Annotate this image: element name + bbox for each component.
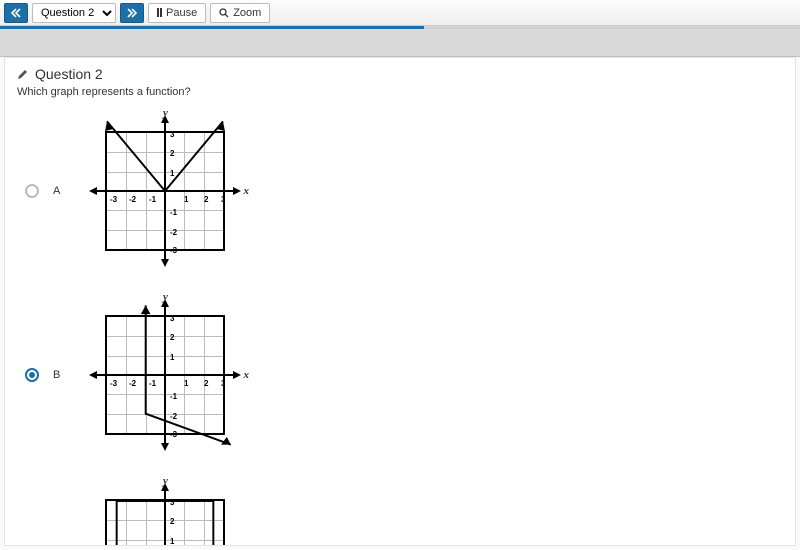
question-selector[interactable]: Question 2 — [32, 3, 116, 23]
zoom-button[interactable]: Zoom — [210, 3, 270, 23]
double-chevron-right-icon — [127, 8, 137, 18]
header-spacer — [0, 29, 800, 57]
double-chevron-left-icon — [11, 8, 21, 18]
graph-a-grid: y x -3 -2 -1 1 2 3 3 2 1 -1 -2 -3 — [105, 131, 225, 251]
next-button[interactable] — [120, 3, 144, 23]
graph-b-xlabel: x — [244, 369, 250, 381]
question-page: Question 2 Which graph represents a func… — [4, 57, 796, 546]
graph-a-ylabel: y — [163, 107, 168, 119]
pause-button[interactable]: Pause — [148, 3, 206, 23]
option-a-label: A — [53, 185, 65, 197]
graph-c-ylabel: y — [163, 475, 168, 487]
graph-a-xlabel: x — [244, 185, 250, 197]
option-b-label: B — [53, 369, 65, 381]
radio-b[interactable] — [25, 368, 39, 382]
pause-label: Pause — [166, 7, 197, 19]
question-number: Question 2 — [35, 66, 103, 82]
pencil-icon — [17, 68, 29, 80]
prev-button[interactable] — [4, 3, 28, 23]
graph-b-ylabel: y — [163, 291, 168, 303]
graph-b-grid: y x -3 -2 -1 1 2 3 3 2 1 -1 -2 -3 — [105, 315, 225, 435]
graph-c-grid: y x -3 -2 -1 1 2 3 3 2 1 -1 -2 -3 — [105, 499, 225, 546]
graph-b: y x -3 -2 -1 1 2 3 3 2 1 -1 -2 -3 — [79, 300, 249, 450]
graph-c: y x -3 -2 -1 1 2 3 3 2 1 -1 -2 -3 — [79, 484, 249, 546]
option-c[interactable]: C y x -3 -2 -1 1 2 3 3 2 1 -1 -2 -3 — [25, 484, 783, 546]
zoom-label: Zoom — [233, 7, 261, 19]
question-prompt: Which graph represents a function? — [17, 86, 783, 98]
option-a[interactable]: A y x -3 -2 -1 1 2 3 3 2 1 -1 -2 -3 — [25, 116, 783, 266]
pause-icon — [157, 8, 162, 17]
radio-a[interactable] — [25, 184, 39, 198]
zoom-icon — [219, 8, 229, 18]
top-toolbar: Question 2 Pause Zoom — [0, 0, 800, 26]
question-heading: Question 2 — [17, 66, 783, 82]
option-b[interactable]: B y x -3 -2 -1 1 2 3 3 2 1 -1 -2 -3 — [25, 300, 783, 450]
graph-a: y x -3 -2 -1 1 2 3 3 2 1 -1 -2 -3 — [79, 116, 249, 266]
